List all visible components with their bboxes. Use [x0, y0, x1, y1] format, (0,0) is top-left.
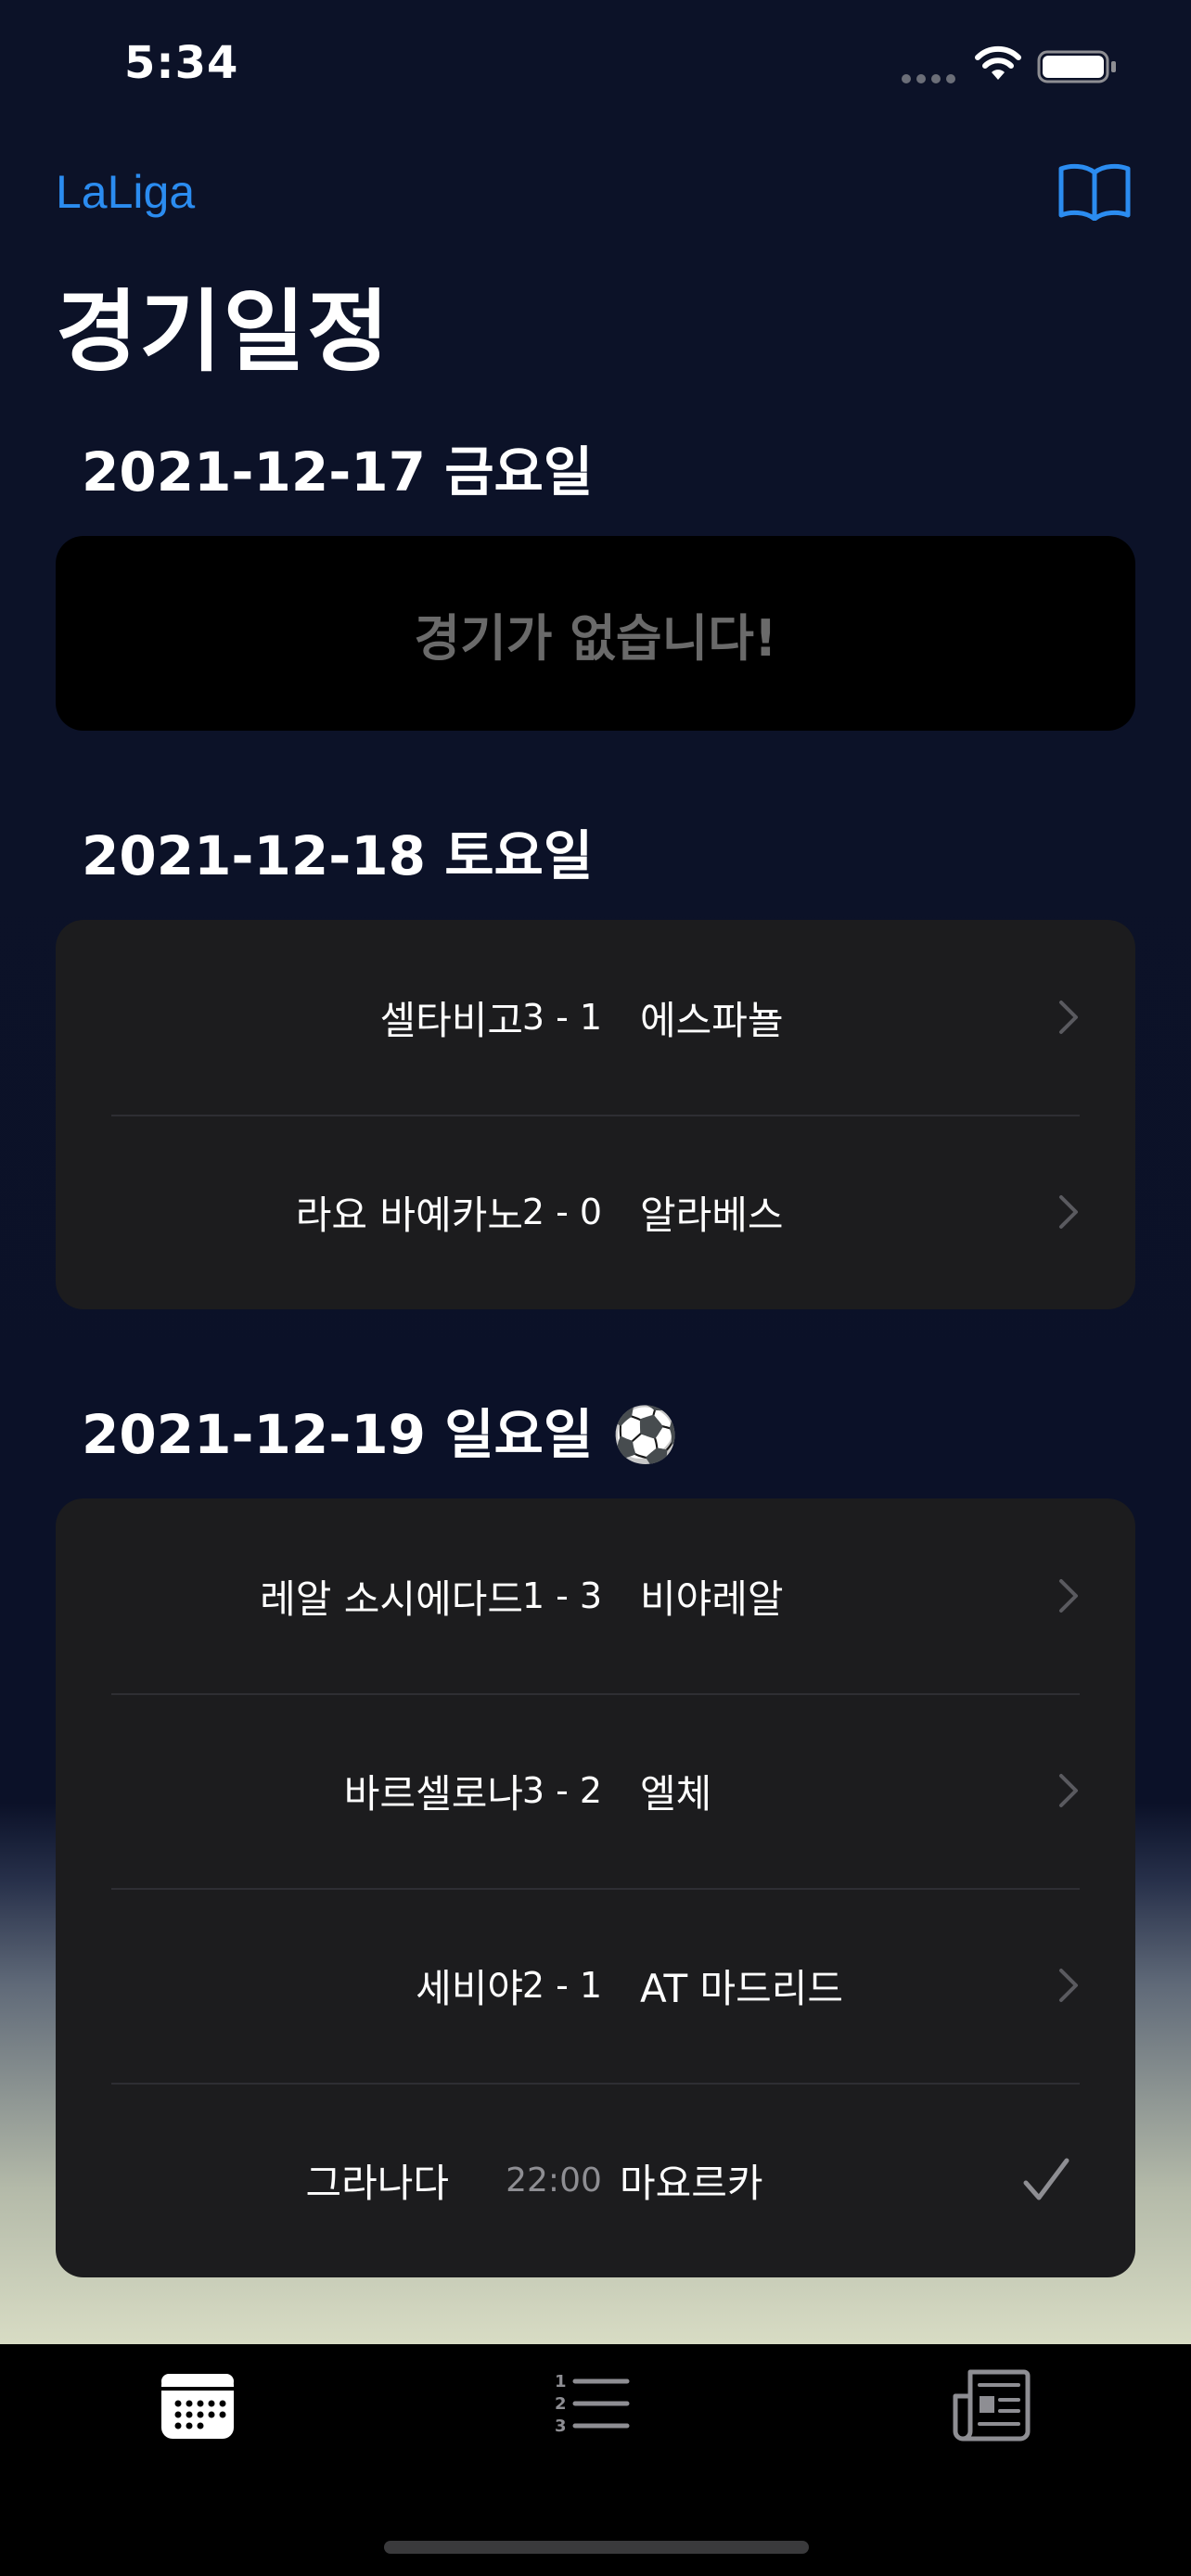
chevron-right-icon: [1059, 1774, 1078, 1807]
away-team: 알라베스: [640, 1192, 784, 1238]
match-row[interactable]: 라요 바예카노 2 - 0 알라베스: [56, 1115, 1135, 1309]
away-team: 비야레알: [640, 1575, 784, 1622]
page-title: 경기일정: [56, 280, 391, 384]
away-team: 마요르카: [620, 2160, 763, 2206]
home-team: 그라나다: [305, 2160, 449, 2206]
empty-message: 경기가 없습니다!: [414, 608, 777, 668]
back-button[interactable]: LaLiga: [56, 165, 195, 219]
match-row[interactable]: 레알 소시에다드 1 - 3 비야레알: [56, 1498, 1135, 1693]
svg-text:3: 3: [555, 2417, 567, 2436]
away-team: 에스파뇰: [640, 997, 784, 1043]
cellular-signal-icon: [902, 74, 955, 83]
home-team: 레알 소시에다드: [260, 1575, 523, 1622]
section-header-date: 2021-12-18 토요일: [82, 824, 594, 887]
numbered-list-icon[interactable]: 1 2 3: [553, 2363, 636, 2446]
match-row[interactable]: 그라나다 22:00 마요르카: [56, 2083, 1135, 2277]
svg-text:2: 2: [555, 2394, 567, 2414]
calendar-icon[interactable]: [156, 2363, 239, 2446]
match-score: 3 - 1: [521, 997, 603, 1038]
away-team: AT 마드리드: [640, 1965, 844, 2011]
svg-text:1: 1: [555, 2372, 567, 2391]
match-time: 22:00: [506, 2161, 602, 2200]
match-row[interactable]: 세비야 2 - 1 AT 마드리드: [56, 1888, 1135, 2083]
chevron-right-icon: [1059, 1001, 1078, 1034]
section-header-date: 2021-12-17 금요일: [82, 440, 594, 504]
match-score: 3 - 2: [521, 1770, 603, 1811]
home-team: 라요 바예카노: [295, 1192, 523, 1238]
wifi-icon: [975, 45, 1021, 80]
match-list-card: 레알 소시에다드 1 - 3 비야레알 바르셀로나 3 - 2 엘체 세비야 2…: [56, 1498, 1135, 2277]
chevron-right-icon: [1059, 1579, 1078, 1613]
match-score: 1 - 3: [521, 1575, 603, 1616]
newspaper-icon[interactable]: [950, 2363, 1033, 2446]
section-header-date: 2021-12-19 일요일 ⚽️: [82, 1403, 679, 1466]
battery-icon: [1037, 50, 1116, 83]
status-bar: 5:34: [0, 0, 1191, 130]
match-row[interactable]: 셀타비고 3 - 1 에스파뇰: [56, 920, 1135, 1115]
match-score: 2 - 1: [521, 1965, 603, 2006]
away-team: 엘체: [640, 1770, 712, 1817]
empty-card: 경기가 없습니다!: [56, 536, 1135, 731]
match-score: 2 - 0: [521, 1192, 603, 1232]
checkmark-icon: [1023, 2158, 1069, 2200]
match-list-card: 셀타비고 3 - 1 에스파뇰 라요 바예카노 2 - 0 알라베스: [56, 920, 1135, 1309]
status-time: 5:34: [124, 37, 239, 89]
home-indicator: [384, 2541, 809, 2554]
chevron-right-icon: [1059, 1195, 1078, 1229]
book-icon[interactable]: [1057, 161, 1132, 221]
match-row[interactable]: 바르셀로나 3 - 2 엘체: [56, 1693, 1135, 1888]
chevron-right-icon: [1059, 1969, 1078, 2002]
